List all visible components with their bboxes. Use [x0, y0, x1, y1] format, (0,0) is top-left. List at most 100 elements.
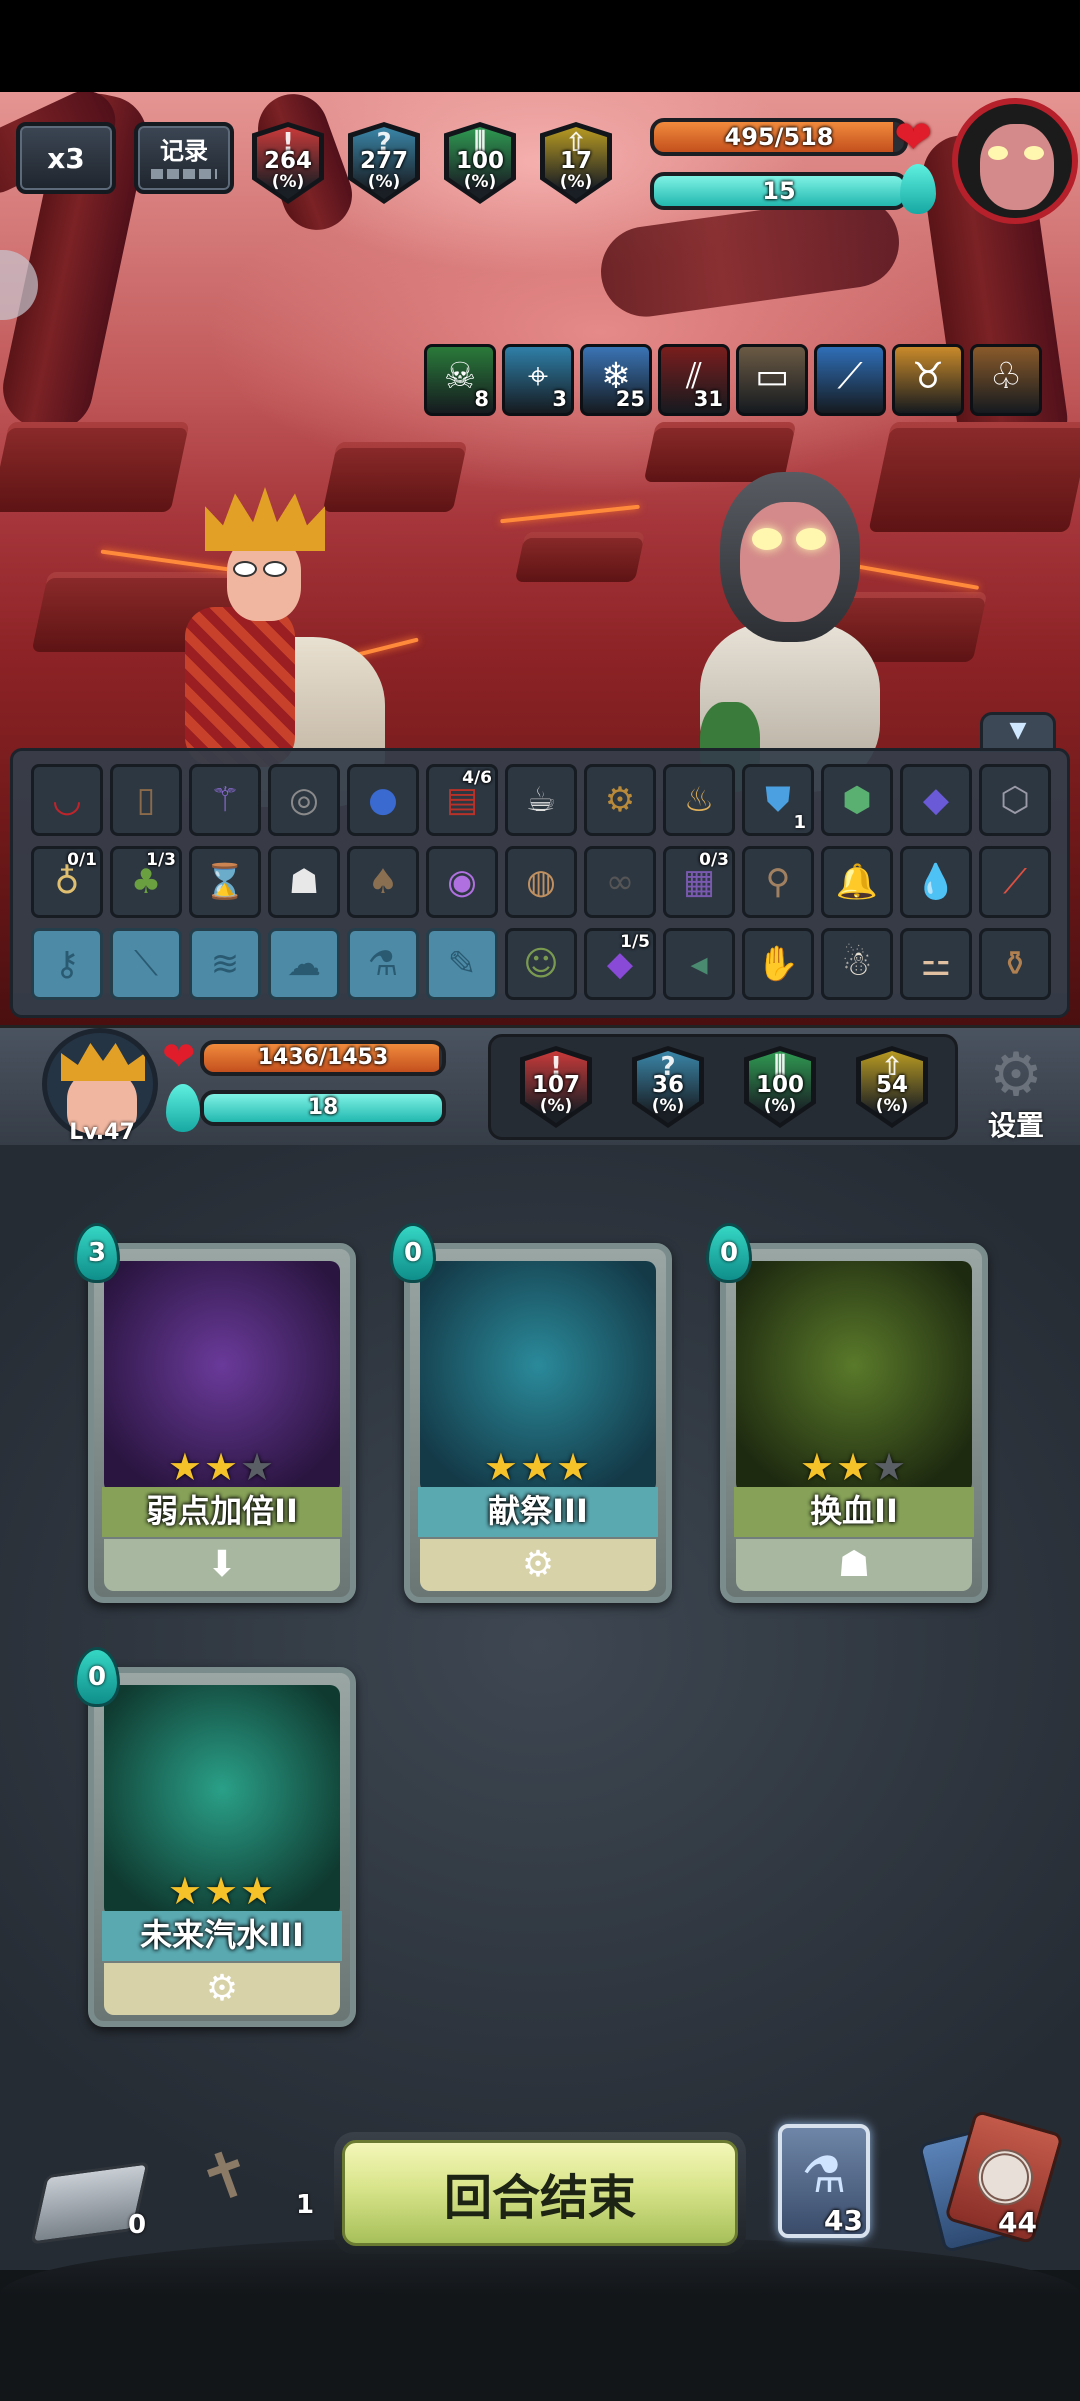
status-effect[interactable]: ⌖ 3 [502, 344, 574, 416]
relic-slot[interactable]: ✋ [742, 928, 814, 1000]
relic-slot[interactable]: ◉ [426, 846, 498, 918]
collapse-relics-chevron-icon[interactable]: ▼ [980, 712, 1056, 752]
relic-counter: 1 [793, 812, 806, 833]
status-effect[interactable]: ⫽ 31 [658, 344, 730, 416]
relic-slot[interactable]: ☺ [505, 928, 577, 1000]
stat-badge[interactable]: ? 277 (%) [348, 122, 420, 204]
stat-unit: (%) [367, 172, 401, 192]
stat-unit: (%) [539, 1096, 573, 1116]
status-effect[interactable]: ♧ [970, 344, 1042, 416]
relic-slot[interactable]: ⬢ [821, 764, 893, 836]
relic-slot[interactable]: ⚚ [189, 764, 261, 836]
card-cost: 0 [390, 1223, 436, 1283]
record-button[interactable]: 记录 [134, 122, 234, 194]
relic-slot[interactable]: ☕ [505, 764, 577, 836]
relic-slot[interactable]: ▤ 4/6 [426, 764, 498, 836]
relic-slot[interactable]: ♣ 1/3 [110, 846, 182, 918]
doll-icon: ☃ [841, 944, 873, 984]
locked-relic-slot[interactable]: ☁ [268, 928, 340, 1000]
goggles-icon: ∞ [605, 862, 635, 902]
skill-card[interactable]: ★★★ 换血II ☗ [720, 1243, 988, 1603]
relic-slot[interactable]: ● [347, 764, 419, 836]
relic-slot[interactable]: 🔔 [821, 846, 893, 918]
stat-unit: (%) [875, 1096, 909, 1116]
stat-badge[interactable]: ⫼ 100 (%) [444, 122, 516, 204]
star-icon: ★ [519, 1445, 557, 1489]
gem-icon: ◆ [922, 780, 950, 820]
relic-slot[interactable]: ◎ [268, 764, 340, 836]
player-crown [61, 1043, 145, 1081]
skill-card[interactable]: ★★★ 未来汽水III ⚙ [88, 1667, 356, 2027]
draw-pile-emblem-icon [970, 2142, 1040, 2212]
locked-relic-slot[interactable]: ≋ [189, 928, 261, 1000]
status-effect[interactable]: ♉ [892, 344, 964, 416]
locked-slot-1-icon: ⚷ [54, 944, 80, 984]
end-turn-button[interactable]: 回合结束 [334, 2132, 746, 2254]
card-name: 献祭III [418, 1487, 658, 1537]
relic-slot[interactable]: ∞ [584, 846, 656, 918]
relic-slot[interactable]: ⚱ [979, 928, 1051, 1000]
status-effect[interactable]: ❄ 25 [580, 344, 652, 416]
relic-slot[interactable]: ⛊ 1 [742, 764, 814, 836]
settings-label: 设置 [987, 1109, 1044, 1142]
card-type-icon: ⬇ [104, 1539, 340, 1591]
token-icon: ⬡ [1000, 780, 1030, 820]
settings-button[interactable]: ⚙ 设置 [974, 1045, 1058, 1144]
gear-orb-icon: ⚙ [604, 780, 636, 820]
skill-card[interactable]: ★★★ 弱点加倍II ⬇ [88, 1243, 356, 1603]
relic-slot[interactable]: ◂ [663, 928, 735, 1000]
star-icon: ★ [240, 1869, 277, 1913]
enemy-face [740, 502, 840, 622]
player-hp-bar: 1436/1453 [200, 1040, 446, 1076]
relic-slot[interactable]: ⌛ [189, 846, 261, 918]
stat-badge[interactable]: ⇧ 17 (%) [540, 122, 612, 204]
bracelet-icon: ◎ [289, 780, 319, 820]
status-effect[interactable]: ▭ [736, 344, 808, 416]
relic-slot[interactable]: ▦ 0/3 [663, 846, 735, 918]
relic-slot[interactable]: ⚍ [900, 928, 972, 1000]
relic-slot[interactable]: ◆ [900, 764, 972, 836]
fish-icon: ◂ [690, 944, 708, 984]
status-effect[interactable]: ☠ 8 [424, 344, 496, 416]
relic-slot[interactable]: ◡ [31, 764, 103, 836]
locked-slot-4-icon: ☁ [287, 944, 321, 984]
stat-value: 36 [651, 1072, 684, 1098]
relic-slot[interactable]: ♠ [347, 846, 419, 918]
star-icon: ★ [240, 1445, 277, 1489]
stat-value: 277 [359, 148, 408, 174]
skill-card[interactable]: ★★★ 献祭III ⚙ [404, 1243, 672, 1603]
relic-slot[interactable]: ☃ [821, 928, 893, 1000]
speed-button[interactable]: x3 [16, 122, 116, 194]
locked-relic-slot[interactable]: ⚷ [31, 928, 103, 1000]
relic-slot[interactable]: ♨ [663, 764, 735, 836]
locked-slot-3-icon: ≋ [210, 944, 240, 984]
relic-slot[interactable]: ◍ [505, 846, 577, 918]
relic-slot[interactable]: ⚲ [742, 846, 814, 918]
relic-slot[interactable]: ⟋ [979, 846, 1051, 918]
relic-slot[interactable]: ♁ 0/1 [31, 846, 103, 918]
stat-value: 17 [559, 148, 592, 174]
sack-icon: ♠ [367, 862, 399, 902]
heart-icon: ❤ [894, 110, 933, 164]
relic-slot[interactable]: ⬡ [979, 764, 1051, 836]
locked-relic-slot[interactable]: ⟍ [110, 928, 182, 1000]
relic-slot[interactable]: ⚙ [584, 764, 656, 836]
status-effect[interactable]: ⟋ [814, 344, 886, 416]
relic-slot[interactable]: ◆ 1/5 [584, 928, 656, 1000]
relic-slot[interactable]: ☗ [268, 846, 340, 918]
enemy-portrait[interactable] [952, 98, 1078, 224]
crown [205, 487, 325, 551]
relic-slot[interactable]: ▯ [110, 764, 182, 836]
pouch-icon: ♨ [683, 780, 715, 820]
book-icon: ▭ [754, 356, 789, 397]
enemy-energy-bar: 15 [650, 172, 908, 210]
status-effect-count: 25 [615, 387, 645, 411]
record-dots [151, 169, 217, 179]
relic-slot[interactable]: 💧 [900, 846, 972, 918]
card-type-icon: ⚙ [420, 1539, 656, 1591]
card-stars: ★★★ [726, 1445, 982, 1489]
locked-relic-slot[interactable]: ✎ [426, 928, 498, 1000]
locked-relic-slot[interactable]: ⚗ [347, 928, 419, 1000]
stat-value: 264 [263, 148, 312, 174]
star-icon: ★ [872, 1445, 909, 1489]
